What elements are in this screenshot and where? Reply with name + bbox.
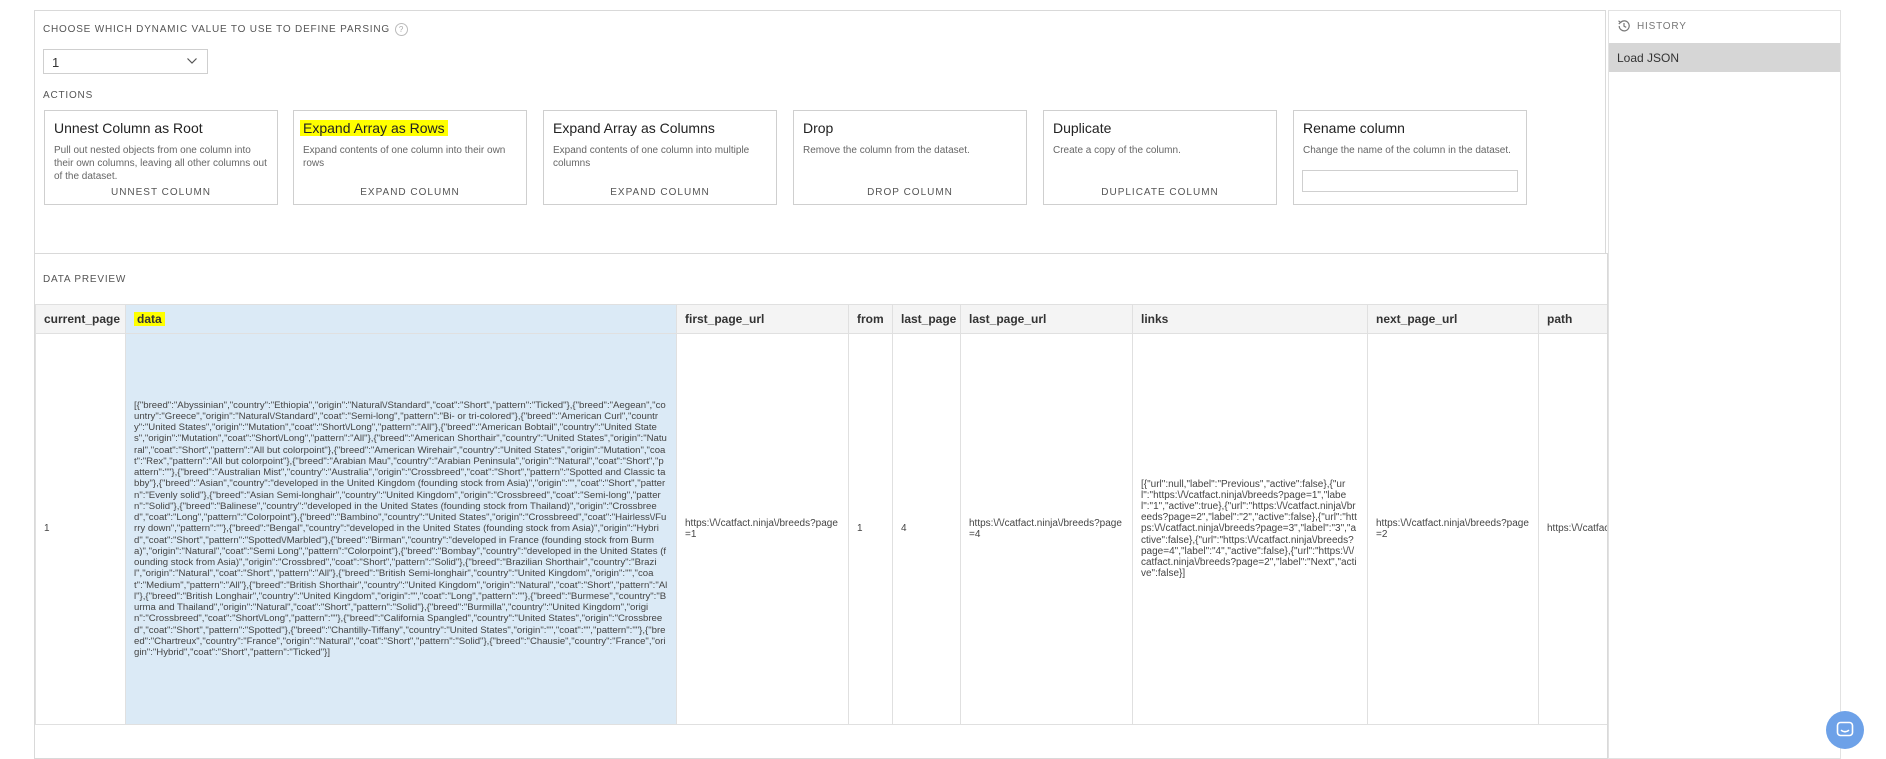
expand-columns-button[interactable]: EXPAND COLUMN bbox=[544, 187, 776, 198]
expand-rows-card[interactable]: Expand Array as Rows Expand contents of … bbox=[293, 110, 527, 205]
rename-card[interactable]: Rename column Change the name of the col… bbox=[1293, 110, 1527, 205]
history-item-load-json[interactable]: Load JSON bbox=[1609, 43, 1840, 72]
cell-from: 1 bbox=[848, 333, 893, 725]
unnest-column-card[interactable]: Unnest Column as Root Pull out nested ob… bbox=[44, 110, 278, 205]
dynamic-value-selected: 1 bbox=[52, 55, 60, 70]
chat-icon bbox=[1836, 721, 1854, 737]
cell-path: https:\/\/catfact.ninja\/breeds bbox=[1538, 333, 1607, 725]
cell-data: [{"breed":"Abyssinian","country":"Ethiop… bbox=[125, 333, 677, 725]
column-header-from[interactable]: from bbox=[848, 304, 893, 334]
history-icon bbox=[1618, 20, 1630, 32]
chat-button[interactable] bbox=[1826, 711, 1864, 749]
column-header-path[interactable]: path bbox=[1538, 304, 1607, 334]
column-header-data[interactable]: data bbox=[125, 304, 677, 334]
expand-rows-button[interactable]: EXPAND COLUMN bbox=[294, 187, 526, 198]
card-description: Expand contents of one column into multi… bbox=[553, 145, 750, 169]
table-header-row: current_page data first_page_url from la… bbox=[35, 304, 1607, 334]
dynamic-value-select[interactable]: 1 bbox=[43, 49, 208, 74]
column-header-next-page-url[interactable]: next_page_url bbox=[1367, 304, 1539, 334]
card-title: Duplicate bbox=[1053, 120, 1112, 136]
data-preview-panel: DATA PREVIEW current_page data first_pag… bbox=[34, 253, 1608, 759]
expand-columns-card[interactable]: Expand Array as Columns Expand contents … bbox=[543, 110, 777, 205]
history-header: HISTORY bbox=[1617, 19, 1687, 33]
cell-first-page-url: https:\/\/catfact.ninja\/breeds?page=1 bbox=[676, 333, 849, 725]
parsing-label: CHOOSE WHICH DYNAMIC VALUE TO USE TO DEF… bbox=[43, 23, 408, 36]
card-description: Expand contents of one column into their… bbox=[303, 145, 506, 169]
data-preview-label: DATA PREVIEW bbox=[43, 274, 127, 285]
cell-next-page-url: https:\/\/catfact.ninja\/breeds?page=2 bbox=[1367, 333, 1539, 725]
card-description: Pull out nested objects from one column … bbox=[54, 145, 267, 182]
actions-panel: CHOOSE WHICH DYNAMIC VALUE TO USE TO DEF… bbox=[34, 10, 1606, 254]
cell-last-page-url: https:\/\/catfact.ninja\/breeds?page=4 bbox=[960, 333, 1133, 725]
column-header-current-page[interactable]: current_page bbox=[35, 304, 126, 334]
card-description: Create a copy of the column. bbox=[1053, 145, 1181, 156]
duplicate-card[interactable]: Duplicate Create a copy of the column. D… bbox=[1043, 110, 1277, 205]
chevron-down-icon bbox=[187, 58, 197, 64]
history-panel: HISTORY Load JSON bbox=[1608, 10, 1841, 759]
duplicate-column-button[interactable]: DUPLICATE COLUMN bbox=[1044, 187, 1276, 198]
cell-links: [{"url":null,"label":"Previous","active"… bbox=[1132, 333, 1368, 725]
card-title: Expand Array as Columns bbox=[553, 120, 715, 136]
cell-current-page: 1 bbox=[35, 333, 126, 725]
card-description: Remove the column from the dataset. bbox=[803, 145, 970, 156]
column-header-links[interactable]: links bbox=[1132, 304, 1368, 334]
card-title: Expand Array as Rows bbox=[300, 120, 448, 136]
rename-column-input[interactable] bbox=[1302, 170, 1518, 192]
cell-last-page: 4 bbox=[892, 333, 961, 725]
actions-label: ACTIONS bbox=[43, 90, 94, 101]
table-row: 1 [{"breed":"Abyssinian","country":"Ethi… bbox=[35, 333, 1607, 725]
column-header-first-page-url[interactable]: first_page_url bbox=[676, 304, 849, 334]
help-icon[interactable]: ? bbox=[394, 23, 408, 36]
column-header-last-page[interactable]: last_page bbox=[892, 304, 961, 334]
unnest-column-button[interactable]: UNNEST COLUMN bbox=[45, 187, 277, 198]
card-description: Change the name of the column in the dat… bbox=[1303, 145, 1511, 156]
data-preview-table: current_page data first_page_url from la… bbox=[35, 304, 1607, 725]
drop-card[interactable]: Drop Remove the column from the dataset.… bbox=[793, 110, 1027, 205]
drop-column-button[interactable]: DROP COLUMN bbox=[794, 187, 1026, 198]
column-header-last-page-url[interactable]: last_page_url bbox=[960, 304, 1133, 334]
card-title: Unnest Column as Root bbox=[54, 120, 203, 136]
card-title: Drop bbox=[803, 120, 834, 136]
card-title: Rename column bbox=[1303, 120, 1405, 136]
